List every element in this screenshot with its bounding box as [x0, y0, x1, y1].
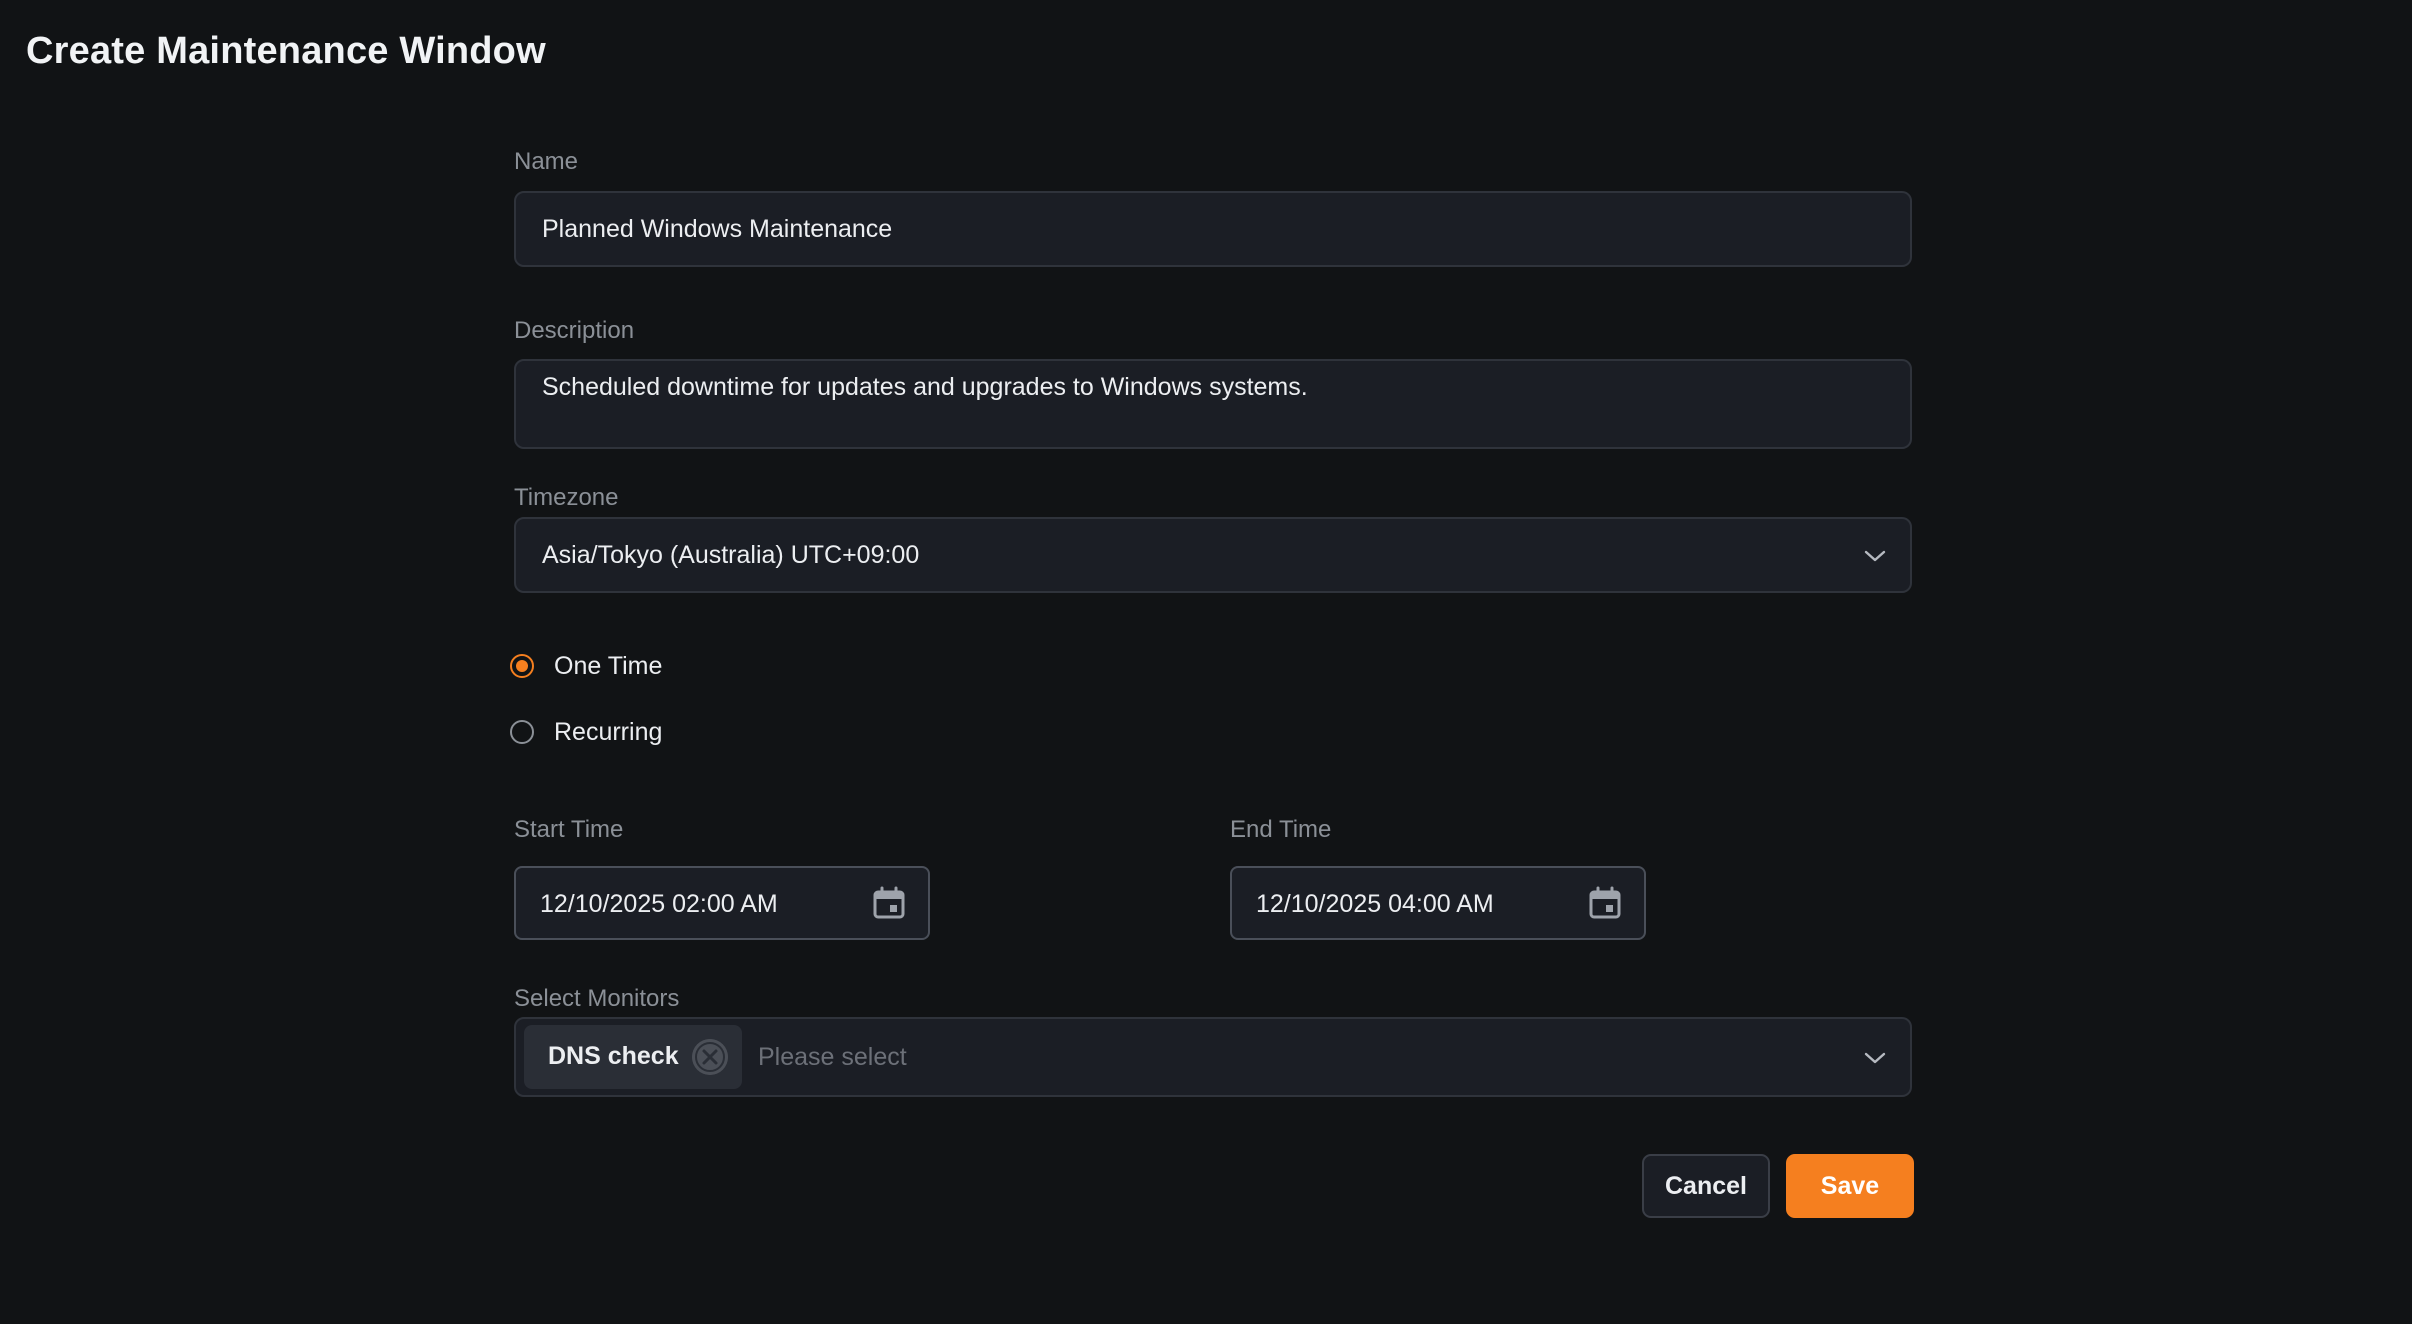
timezone-label: Timezone [514, 484, 619, 511]
description-textarea[interactable]: Scheduled downtime for updates and upgra… [514, 359, 1912, 449]
create-maintenance-window-page: Create Maintenance Window Name Planned W… [0, 0, 2412, 1324]
start-time-value: 12/10/2025 02:00 AM [540, 890, 778, 918]
select-monitors-label: Select Monitors [514, 985, 680, 1012]
calendar-icon[interactable] [872, 886, 906, 920]
timezone-select-value: Asia/Tokyo (Australia) UTC+09:00 [542, 541, 920, 569]
monitor-chip-label: DNS check [548, 1042, 679, 1070]
monitors-multiselect[interactable]: DNS check Please select [514, 1017, 1912, 1097]
description-label: Description [514, 317, 635, 344]
timezone-select[interactable]: Asia/Tokyo (Australia) UTC+09:00 [514, 517, 1912, 593]
monitors-placeholder: Please select [758, 1043, 907, 1071]
remove-chip-icon[interactable] [692, 1039, 728, 1075]
calendar-icon[interactable] [1588, 886, 1622, 920]
name-input[interactable]: Planned Windows Maintenance [514, 191, 1912, 267]
description-textarea-value: Scheduled downtime for updates and upgra… [542, 373, 1308, 401]
chevron-down-icon [1864, 1052, 1886, 1064]
end-time-label: End Time [1230, 816, 1332, 843]
monitor-chip: DNS check [524, 1025, 742, 1089]
radio-one-time[interactable]: One Time [510, 646, 662, 686]
start-time-label: Start Time [514, 816, 624, 843]
page-title: Create Maintenance Window [26, 30, 546, 72]
end-time-value: 12/10/2025 04:00 AM [1256, 890, 1494, 918]
cancel-button[interactable]: Cancel [1642, 1154, 1770, 1218]
end-time-input[interactable]: 12/10/2025 04:00 AM [1230, 866, 1646, 940]
name-input-value: Planned Windows Maintenance [542, 215, 893, 243]
name-label: Name [514, 148, 579, 175]
chevron-down-icon [1864, 550, 1886, 562]
radio-one-time-label: One Time [554, 651, 663, 680]
radio-recurring[interactable]: Recurring [510, 712, 662, 752]
start-time-input[interactable]: 12/10/2025 02:00 AM [514, 866, 930, 940]
save-button[interactable]: Save [1786, 1154, 1914, 1218]
radio-one-time-indicator[interactable] [510, 654, 534, 678]
radio-recurring-indicator[interactable] [510, 720, 534, 744]
radio-recurring-label: Recurring [554, 717, 663, 746]
